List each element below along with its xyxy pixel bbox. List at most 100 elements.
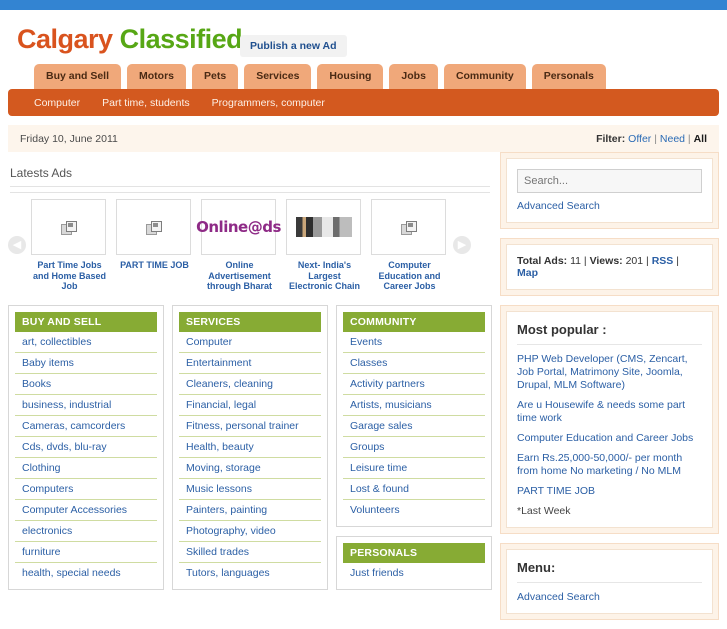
popular-link[interactable]: PHP Web Developer (CMS, Zencart, Job Por…	[517, 353, 702, 392]
page-root: Calgary Classified Publish a new Ad Buy …	[0, 0, 727, 620]
category-link[interactable]: Painters, painting	[179, 500, 321, 520]
list-item: Computers	[15, 479, 157, 500]
nav-tab-list: Buy and Sell Motors Pets Services Housin…	[34, 64, 606, 89]
popular-link[interactable]: Computer Education and Career Jobs	[517, 432, 702, 445]
menu-advanced-search-link[interactable]: Advanced Search	[517, 591, 600, 603]
list-item: Earn Rs.25,000-50,000/- per month from h…	[517, 452, 702, 478]
subnav-item-programmers-computer[interactable]: Programmers, computer	[212, 97, 325, 109]
site-logo[interactable]: Calgary Classified	[17, 24, 243, 55]
popular-link[interactable]: PART TIME JOB	[517, 485, 702, 498]
search-input[interactable]	[517, 169, 702, 193]
category-link[interactable]: Cleaners, cleaning	[179, 374, 321, 394]
advanced-search-link[interactable]: Advanced Search	[517, 200, 702, 212]
list-item: Music lessons	[179, 479, 321, 500]
list-item: Cds, dvds, blu-ray	[15, 437, 157, 458]
tab-buy-and-sell[interactable]: Buy and Sell	[34, 64, 122, 89]
category-link[interactable]: electronics	[15, 521, 157, 541]
category-link[interactable]: Tutors, languages	[179, 563, 321, 583]
category-link[interactable]: art, collectibles	[15, 332, 157, 352]
category-link[interactable]: Financial, legal	[179, 395, 321, 415]
carousel-card[interactable]: Online@ds Online Advertisement through B…	[196, 199, 281, 292]
category-link[interactable]: Computer	[179, 332, 321, 352]
list-item: Events	[343, 332, 485, 353]
carousel-card[interactable]: Computer Education and Career Jobs	[371, 199, 448, 292]
tab-services[interactable]: Services	[244, 64, 312, 89]
tab-pets[interactable]: Pets	[192, 64, 239, 89]
category-link[interactable]: Leisure time	[343, 458, 485, 478]
category-link[interactable]: Moving, storage	[179, 458, 321, 478]
category-link[interactable]: Cds, dvds, blu-ray	[15, 437, 157, 457]
map-link[interactable]: Map	[517, 267, 538, 279]
category-link[interactable]: Groups	[343, 437, 485, 457]
personals-box: PERSONALS Just friends	[336, 535, 492, 590]
list-item: Moving, storage	[179, 458, 321, 479]
list-item: Volunteers	[343, 500, 485, 520]
category-link[interactable]: Garage sales	[343, 416, 485, 436]
category-link[interactable]: Photography, video	[179, 521, 321, 541]
tab-community[interactable]: Community	[443, 64, 526, 89]
rss-link[interactable]: RSS	[652, 255, 674, 267]
carousel-card[interactable]: Part Time Jobs and Home Based Job	[31, 199, 108, 292]
card-label: Part Time Jobs and Home Based Job	[32, 260, 107, 291]
chevron-left-icon[interactable]: ◀	[8, 236, 26, 255]
chevron-right-icon[interactable]: ▶	[453, 236, 471, 255]
category-link[interactable]: business, industrial	[15, 395, 157, 415]
category-title: COMMUNITY	[343, 311, 485, 332]
publish-new-ad-button[interactable]: Publish a new Ad	[240, 35, 347, 57]
category-box: BUY AND SELL art, collectibles Baby item…	[8, 304, 164, 590]
category-link[interactable]: Books	[15, 374, 157, 394]
broken-image-icon	[401, 220, 417, 235]
category-link[interactable]: Events	[343, 332, 485, 352]
category-link[interactable]: health, special needs	[15, 563, 157, 583]
category-link[interactable]: Volunteers	[343, 500, 485, 520]
category-link[interactable]: Computers	[15, 479, 157, 499]
date-filter-bar: Friday 10, June 2011 Filter: Offer | Nee…	[8, 125, 719, 152]
category-link[interactable]: Entertainment	[179, 353, 321, 373]
stats-sep-2: |	[646, 255, 649, 267]
list-item: PHP Web Developer (CMS, Zencart, Job Por…	[517, 353, 702, 392]
category-box: SERVICES Computer Entertainment Cleaners…	[172, 304, 328, 590]
category-link[interactable]: Cameras, camcorders	[15, 416, 157, 436]
list-item: Leisure time	[343, 458, 485, 479]
menu-panel: Menu: Advanced Search	[500, 543, 719, 620]
list-item: PART TIME JOB	[517, 485, 702, 498]
stats-sep-1: |	[583, 255, 587, 267]
carousel-card[interactable]: Next- India's Largest Electronic Chain	[286, 199, 363, 292]
tab-housing[interactable]: Housing	[317, 64, 384, 89]
list-item: Classes	[343, 353, 485, 374]
filter-all-link[interactable]: All	[694, 133, 707, 145]
search-panel: Advanced Search	[500, 152, 719, 229]
list-item: Clothing	[15, 458, 157, 479]
filter-need-link[interactable]: Need	[660, 133, 685, 145]
popular-link[interactable]: Are u Housewife & needs some part time w…	[517, 399, 702, 425]
category-link[interactable]: Health, beauty	[179, 437, 321, 457]
popular-link[interactable]: Earn Rs.25,000-50,000/- per month from h…	[517, 452, 702, 478]
filter-group: Filter: Offer | Need | All	[596, 133, 707, 145]
carousel-card[interactable]: PART TIME JOB	[116, 199, 193, 292]
stats-panel: Total Ads: 11 | Views: 201 | RSS | Map	[500, 238, 719, 296]
category-link[interactable]: Artists, musicians	[343, 395, 485, 415]
tab-personals[interactable]: Personals	[531, 64, 606, 89]
category-link[interactable]: Music lessons	[179, 479, 321, 499]
list-item: Activity partners	[343, 374, 485, 395]
category-link[interactable]: Classes	[343, 353, 485, 373]
stats-sep-3: |	[676, 255, 679, 267]
list-item: Garage sales	[343, 416, 485, 437]
filter-offer-link[interactable]: Offer	[628, 133, 651, 145]
category-link[interactable]: Fitness, personal trainer	[179, 416, 321, 436]
personals-link[interactable]: Just friends	[343, 563, 485, 583]
category-link[interactable]: Computer Accessories	[15, 500, 157, 520]
card-thumbnail	[31, 199, 106, 255]
subnav-item-part-time-students[interactable]: Part time, students	[102, 97, 190, 109]
category-link[interactable]: Lost & found	[343, 479, 485, 499]
category-link[interactable]: Baby items	[15, 353, 157, 373]
category-link[interactable]: Activity partners	[343, 374, 485, 394]
card-label: Computer Education and Career Jobs	[378, 260, 441, 291]
tab-motors[interactable]: Motors	[127, 64, 187, 89]
subnav-item-computer[interactable]: Computer	[34, 97, 80, 109]
category-link[interactable]: Clothing	[15, 458, 157, 478]
divider	[517, 344, 702, 345]
sidebar: Advanced Search Total Ads: 11 | Views: 2…	[500, 152, 719, 629]
tab-jobs[interactable]: Jobs	[389, 64, 438, 89]
views-value: 201	[625, 255, 644, 267]
